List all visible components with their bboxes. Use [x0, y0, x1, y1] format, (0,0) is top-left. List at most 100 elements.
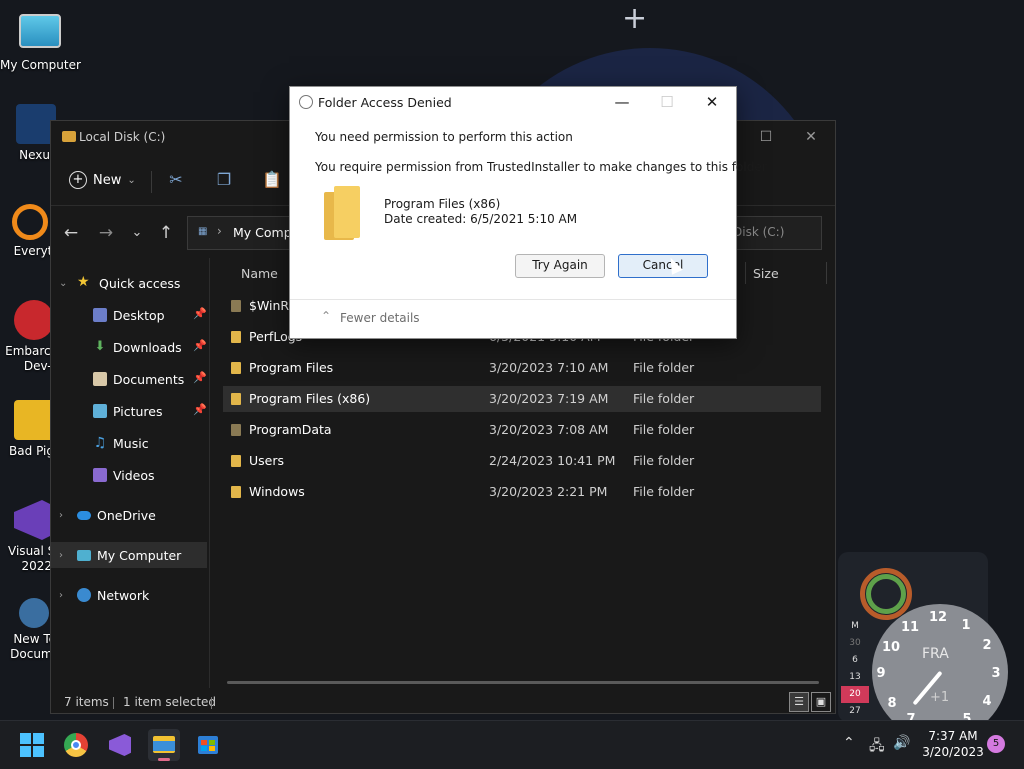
volume-icon[interactable]: 🔊 — [893, 735, 910, 751]
column-header-name[interactable]: Name — [241, 266, 278, 281]
sidebar-item-onedrive[interactable]: › OneDrive — [51, 502, 207, 528]
horizontal-scrollbar[interactable] — [227, 681, 819, 684]
star-icon: ★ — [77, 274, 90, 290]
status-divider — [211, 697, 212, 709]
sidebar-item-downloads[interactable]: ⬇ Downloads 📌 — [51, 334, 207, 360]
cut-icon[interactable]: ✂ — [166, 170, 186, 190]
sidebar-item-music[interactable]: ♫ Music — [51, 430, 207, 456]
maximize-icon: ☐ — [660, 93, 674, 111]
pin-icon[interactable]: 📌 — [193, 339, 207, 352]
everything-icon — [12, 204, 48, 240]
back-arrow-icon[interactable]: ← — [60, 222, 82, 244]
column-divider — [745, 262, 746, 284]
folder-icon — [231, 424, 241, 436]
toolbar-divider — [151, 171, 152, 193]
status-divider — [113, 697, 114, 709]
folder-icon — [324, 186, 364, 240]
folder-icon — [231, 486, 241, 498]
minimize-icon[interactable]: — — [602, 89, 642, 115]
network-icon[interactable]: 🖧 — [869, 735, 885, 759]
pin-icon[interactable]: 📌 — [193, 403, 207, 416]
chevron-right-icon: › — [59, 549, 63, 561]
taskbar: ⌃ 🖧 🔊 7:37 AM 3/20/2023 5 — [0, 720, 1024, 769]
breadcrumb-chevron-icon: › — [217, 224, 222, 238]
chevron-right-icon: › — [59, 589, 63, 601]
explorer-title: Local Disk (C:) — [79, 130, 166, 144]
new-button[interactable]: + New ⌄ — [69, 168, 136, 192]
maximize-icon[interactable]: ☐ — [751, 126, 781, 148]
sidebar-item-videos[interactable]: Videos — [51, 462, 207, 488]
forward-arrow-icon[interactable]: → — [95, 222, 117, 244]
details-view-icon[interactable]: ☰ — [789, 692, 809, 712]
close-icon[interactable]: ✕ — [692, 89, 732, 115]
column-header-size[interactable]: Size — [753, 266, 779, 281]
chevron-down-icon: ⌄ — [59, 277, 68, 289]
microsoft-store-icon[interactable] — [192, 729, 224, 761]
download-icon: ⬇ — [94, 339, 106, 354]
devcpp-icon — [14, 300, 54, 340]
desktop-icon-my-computer[interactable]: My Computer — [0, 10, 81, 72]
chevron-up-icon[interactable]: ⌃ — [843, 735, 855, 751]
folder-icon — [62, 131, 76, 142]
computer-grid-icon: ▦ — [198, 226, 208, 237]
sidebar-item-quick-access[interactable]: ⌄ ★ Quick access — [51, 270, 207, 296]
pane-divider — [209, 258, 210, 688]
selection-count: 1 item selected — [123, 695, 217, 709]
table-row[interactable]: Windows 3/20/2023 2:21 PM File folder — [223, 479, 821, 505]
table-row[interactable]: Program Files 3/20/2023 7:10 AM File fol… — [223, 355, 821, 381]
close-icon[interactable]: ✕ — [796, 126, 826, 148]
table-row[interactable]: Users 2/24/2023 10:41 PM File folder — [223, 448, 821, 474]
folder-icon — [231, 393, 241, 405]
folder-access-denied-dialog: Folder Access Denied — ☐ ✕ You need perm… — [289, 86, 767, 339]
folder-icon — [231, 331, 241, 343]
taskbar-clock[interactable]: 7:37 AM 3/20/2023 — [922, 728, 984, 760]
paste-icon[interactable]: 📋 — [262, 170, 282, 190]
sidebar-item-pictures[interactable]: Pictures 📌 — [51, 398, 207, 424]
clock-icon — [299, 95, 313, 109]
pin-icon[interactable]: 📌 — [193, 307, 207, 320]
large-icons-view-icon[interactable]: ▣ — [811, 692, 831, 712]
status-bar: 7 items 1 item selected ☰ ▣ — [51, 687, 835, 713]
column-divider — [826, 262, 827, 284]
table-row-selected[interactable]: Program Files (x86) 3/20/2023 7:19 AM Fi… — [223, 386, 821, 412]
recent-chevron-icon[interactable]: ⌄ — [126, 222, 148, 244]
table-row[interactable]: ProgramData 3/20/2023 7:08 AM File folde… — [223, 417, 821, 443]
sidebar-item-network[interactable]: › Network — [51, 582, 207, 608]
calendar-widget: M 30 6 13 20 27 — [841, 618, 869, 720]
folder-date-created: Date created: 6/5/2021 5:10 AM — [384, 212, 578, 226]
visual-studio-icon[interactable] — [104, 729, 136, 761]
try-again-button[interactable]: Try Again — [515, 254, 605, 278]
copy-icon[interactable]: ❐ — [214, 170, 234, 190]
navigation-pane: ⌄ ★ Quick access Desktop 📌 ⬇ Downloads 📌… — [51, 258, 209, 678]
fewer-details-toggle[interactable]: ⌃ Fewer details — [290, 299, 736, 338]
cloud-icon — [77, 510, 91, 520]
chrome-icon[interactable] — [60, 729, 92, 761]
chevron-up-icon: ⌃ — [321, 309, 332, 323]
notification-badge[interactable]: 5 — [987, 735, 1005, 753]
cancel-button[interactable]: Cancel — [618, 254, 708, 278]
start-button[interactable] — [16, 729, 48, 761]
pictures-icon — [93, 404, 107, 418]
videos-icon — [93, 468, 107, 482]
folder-icon — [231, 362, 241, 374]
item-count: 7 items — [64, 695, 109, 709]
music-note-icon: ♫ — [93, 435, 107, 451]
chevron-right-icon: › — [59, 509, 63, 521]
documents-icon — [93, 372, 107, 386]
activity-ring-inner-icon — [866, 574, 906, 614]
bad-piggies-icon — [14, 400, 54, 440]
sidebar-item-documents[interactable]: Documents 📌 — [51, 366, 207, 392]
desktop-folder-icon — [93, 308, 107, 322]
sidebar-item-desktop[interactable]: Desktop 📌 — [51, 302, 207, 328]
active-indicator — [158, 758, 170, 761]
monitor-icon — [19, 14, 61, 48]
file-explorer-icon[interactable] — [148, 729, 180, 761]
monitor-icon — [77, 549, 91, 561]
up-arrow-icon[interactable]: ↑ — [155, 222, 177, 244]
sidebar-item-my-computer[interactable]: › My Computer — [51, 542, 207, 568]
folder-icon — [231, 300, 241, 312]
dialog-title: Folder Access Denied — [318, 95, 452, 110]
pin-icon[interactable]: 📌 — [193, 371, 207, 384]
folder-name: Program Files (x86) — [384, 197, 501, 211]
visual-studio-icon — [14, 500, 54, 540]
